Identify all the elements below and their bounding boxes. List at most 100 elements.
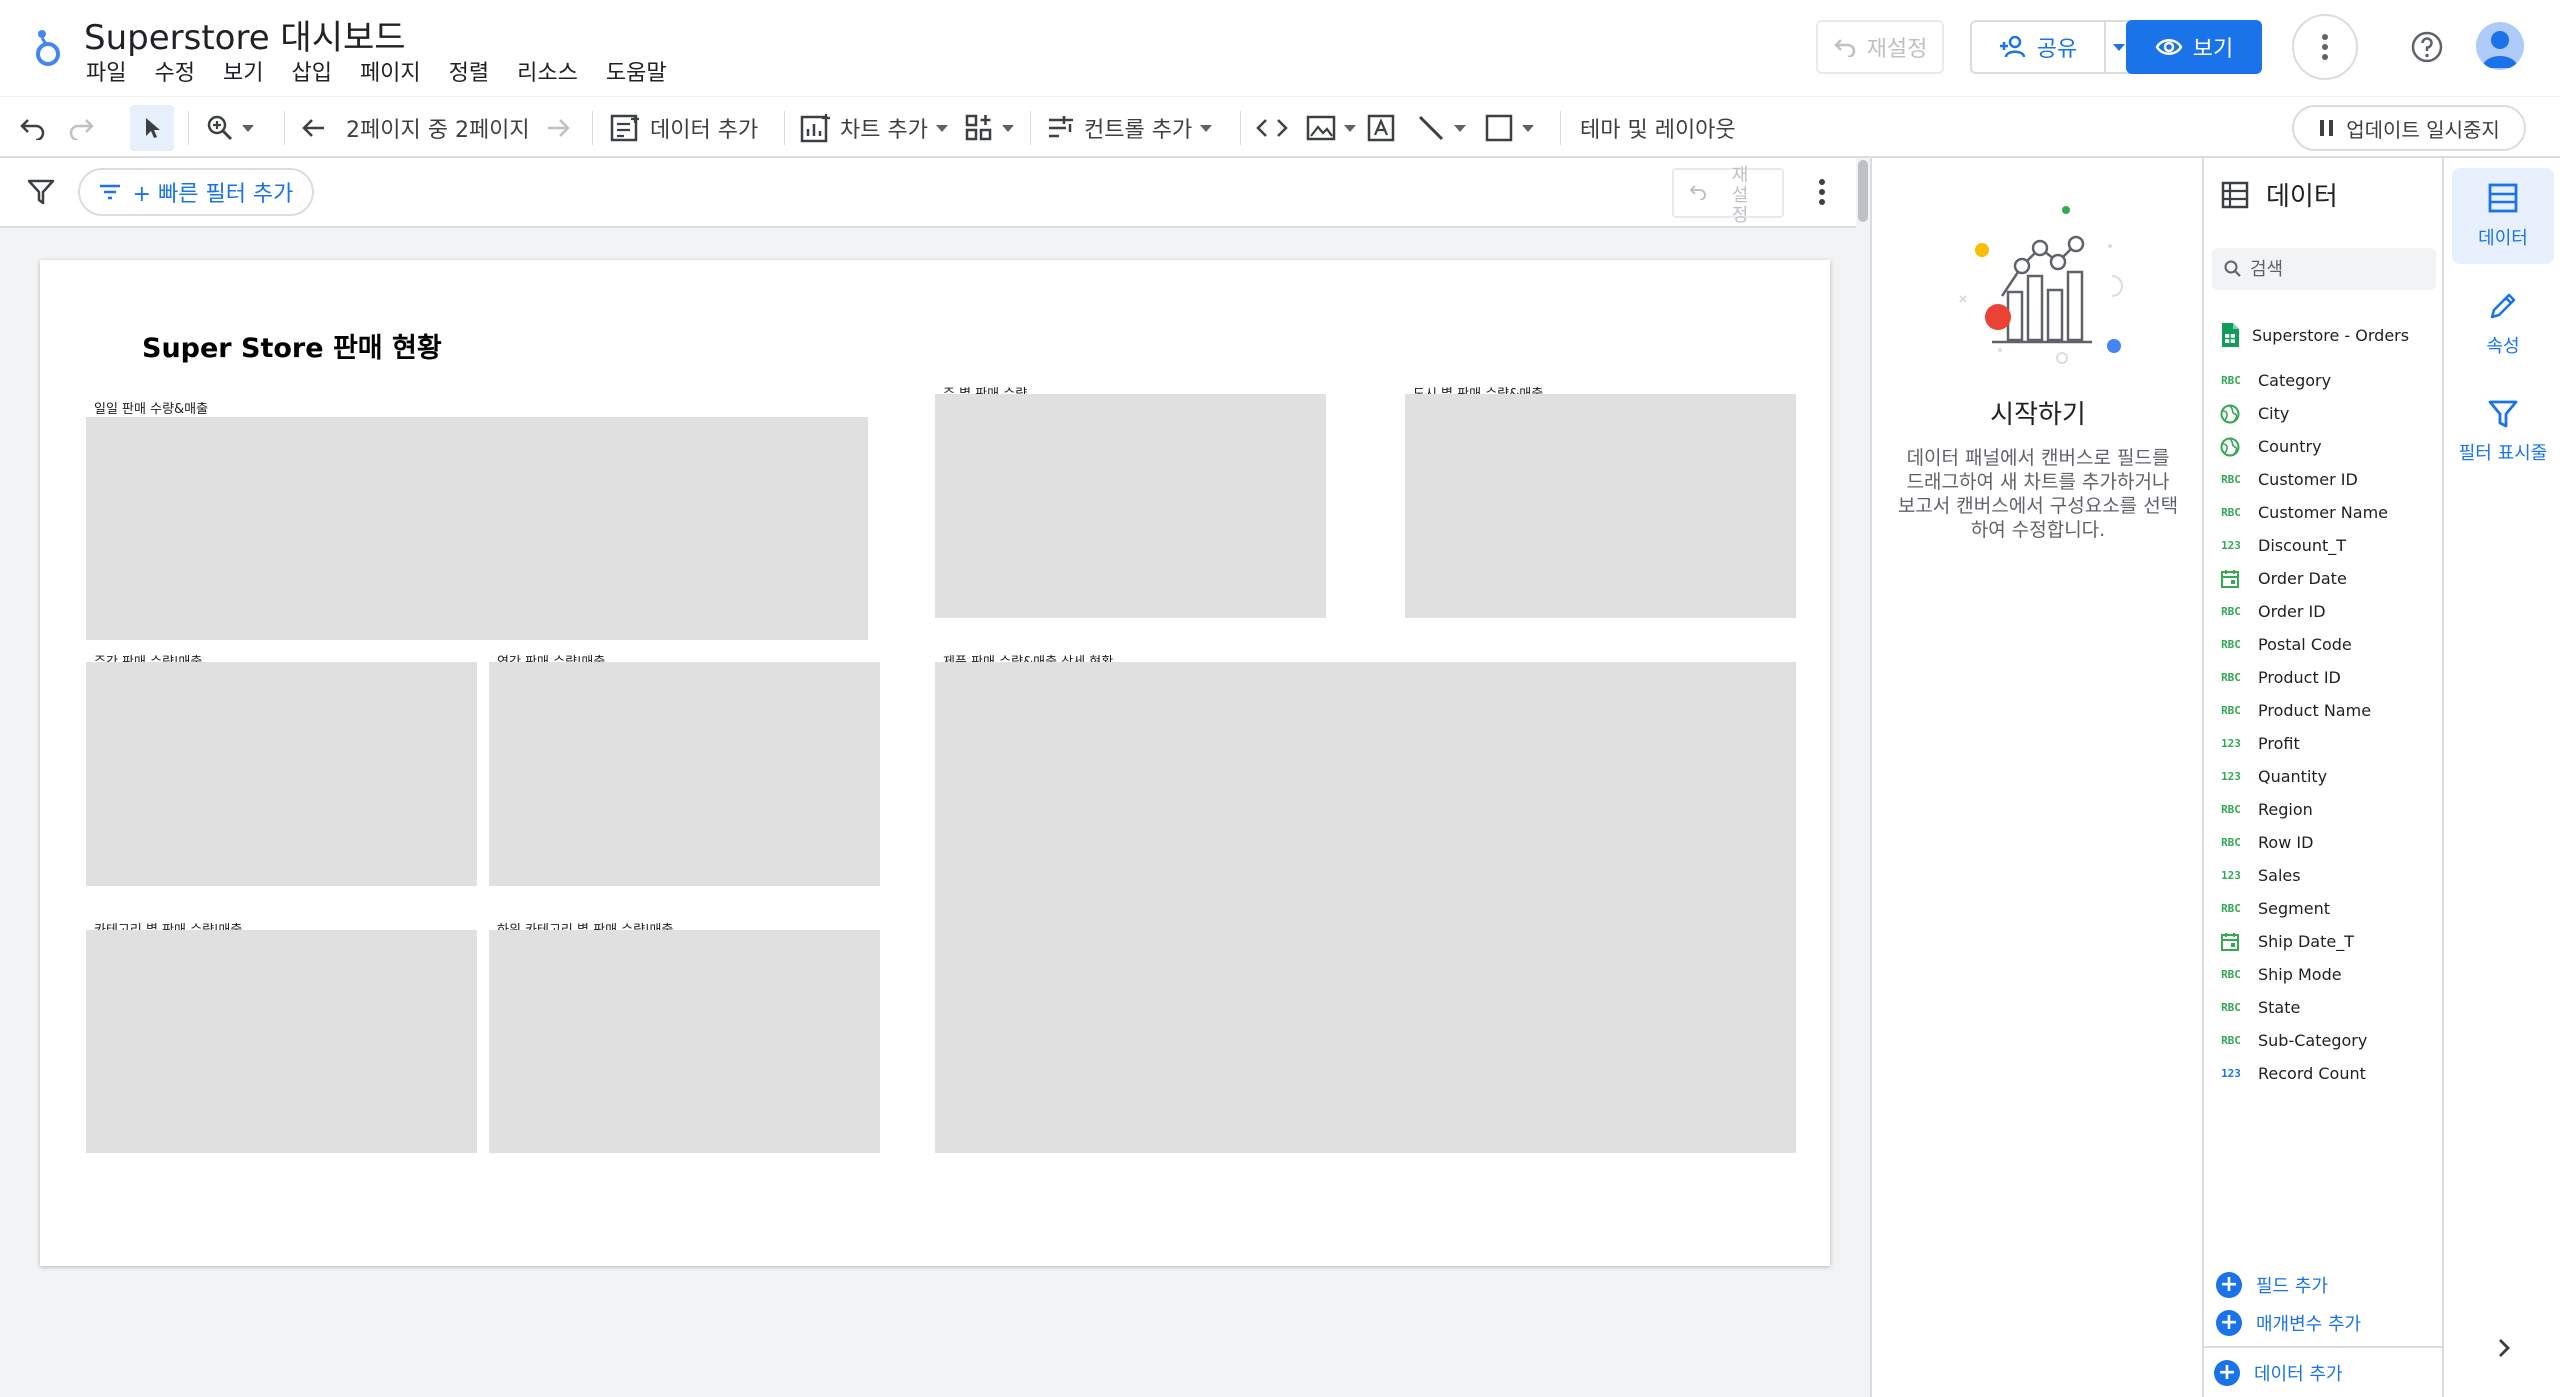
text-box-button[interactable] xyxy=(1366,105,1396,151)
field-profit[interactable]: 123 Profit xyxy=(2220,727,2440,760)
search-icon xyxy=(2224,260,2242,278)
chart-daily-sales[interactable] xyxy=(86,417,868,640)
filter-icon[interactable] xyxy=(26,178,56,206)
embed-code-button[interactable] xyxy=(1256,105,1288,151)
field-customer-name[interactable]: RBC Customer Name xyxy=(2220,496,2440,529)
add-chart-button[interactable]: 차트 추가 xyxy=(800,105,948,151)
field-category[interactable]: RBC Category xyxy=(2220,364,2440,397)
add-control-button[interactable]: 컨트롤 추가 xyxy=(1046,105,1213,151)
data-source-name: Superstore - Orders xyxy=(2252,325,2410,345)
zoom-button[interactable] xyxy=(206,105,254,151)
field-label: Product Name xyxy=(2258,701,2372,720)
chevron-down-icon xyxy=(1454,124,1466,132)
data-panel-divider xyxy=(2204,1346,2444,1348)
chart-product-detail[interactable] xyxy=(935,662,1796,1153)
field-label: Quantity xyxy=(2258,767,2328,786)
canvas-scrollbar[interactable] xyxy=(1856,158,1870,1397)
image-icon xyxy=(1306,114,1336,142)
select-tool-button[interactable] xyxy=(130,105,174,151)
pause-updates-button[interactable]: 업데이트 일시중지 xyxy=(2292,105,2526,151)
field-order-id[interactable]: RBC Order ID xyxy=(2220,595,2440,628)
menu-arrange[interactable]: 정렬 xyxy=(435,56,503,92)
field-ship-date[interactable]: Ship Date_T xyxy=(2220,925,2440,958)
filter-list-icon xyxy=(99,183,121,201)
scrollbar-thumb[interactable] xyxy=(1858,160,1868,222)
help-icon[interactable] xyxy=(2406,26,2448,68)
chart-category-sales[interactable] xyxy=(86,930,477,1153)
more-vert-icon xyxy=(2321,33,2329,61)
chevron-down-icon xyxy=(2113,43,2125,51)
menu-insert[interactable]: 삽입 xyxy=(277,56,345,92)
menu-view[interactable]: 보기 xyxy=(209,56,277,92)
more-vert-icon[interactable] xyxy=(1810,174,1834,214)
add-data-source-button[interactable]: + 데이터 추가 xyxy=(2214,1360,2343,1386)
field-city[interactable]: City xyxy=(2220,397,2440,430)
field-postal-code[interactable]: RBC Postal Code xyxy=(2220,628,2440,661)
report-title-text[interactable]: Superstore 대시보드 xyxy=(84,14,406,62)
undo-icon[interactable] xyxy=(18,105,48,151)
field-region[interactable]: RBC Region xyxy=(2220,793,2440,826)
add-field-button[interactable]: + 필드 추가 xyxy=(2216,1272,2328,1298)
add-parameter-button[interactable]: + 매개변수 추가 xyxy=(2216,1310,2361,1336)
chart-weekly-sales[interactable] xyxy=(86,662,477,886)
canvas-reset-button[interactable]: 재설정 xyxy=(1672,166,1784,226)
field-discount[interactable]: 123 Discount_T xyxy=(2220,529,2440,562)
tab-data[interactable]: 데이터 xyxy=(2452,168,2554,264)
chart-state-sales[interactable] xyxy=(935,394,1326,618)
field-segment[interactable]: RBC Segment xyxy=(2220,892,2440,925)
looker-studio-logo[interactable] xyxy=(28,24,68,72)
report-page[interactable]: Super Store 판매 현황 일일 판매 수량&매출 주 별 판매 수량 … xyxy=(40,260,1830,1266)
text-type-icon: RBC xyxy=(2221,704,2241,717)
avatar[interactable] xyxy=(2476,22,2524,70)
menu-edit[interactable]: 수정 xyxy=(140,56,208,92)
field-label: State xyxy=(2258,998,2301,1017)
field-product-id[interactable]: RBC Product ID xyxy=(2220,661,2440,694)
field-record-count[interactable]: 123 Record Count xyxy=(2220,1057,2440,1090)
insert-line-button[interactable] xyxy=(1416,105,1466,151)
field-product-name[interactable]: RBC Product Name xyxy=(2220,694,2440,727)
chevron-right-icon[interactable] xyxy=(2496,1336,2512,1360)
field-country[interactable]: Country xyxy=(2220,430,2440,463)
field-search[interactable] xyxy=(2212,248,2436,290)
field-row-id[interactable]: RBC Row ID xyxy=(2220,826,2440,859)
view-button[interactable]: 보기 xyxy=(2126,20,2262,74)
rectangle-icon xyxy=(1484,113,1514,143)
field-order-date[interactable]: Order Date xyxy=(2220,562,2440,595)
add-component-button[interactable] xyxy=(964,105,1014,151)
menu-resource[interactable]: 리소스 xyxy=(503,56,592,92)
page-indicator[interactable]: 2페이지 중 2페이지 xyxy=(346,105,530,151)
field-label: Sub-Category xyxy=(2258,1031,2368,1050)
field-label: Ship Mode xyxy=(2258,965,2342,984)
field-customer-id[interactable]: RBC Customer ID xyxy=(2220,463,2440,496)
menu-file[interactable]: 파일 xyxy=(72,56,140,92)
chart-title: 일일 판매 수량&매출 xyxy=(94,402,209,417)
tab-properties[interactable]: 속성 xyxy=(2452,276,2554,372)
insert-shape-button[interactable] xyxy=(1484,105,1534,151)
chart-yearly-sales[interactable] xyxy=(489,662,880,886)
chart-city-sales[interactable] xyxy=(1405,394,1796,618)
previous-page-button[interactable] xyxy=(300,105,328,151)
chart-subcategory-sales[interactable] xyxy=(489,930,880,1153)
menu-help[interactable]: 도움말 xyxy=(592,56,681,92)
search-input[interactable] xyxy=(2250,258,2420,280)
next-page-button[interactable] xyxy=(544,105,572,151)
report-heading[interactable]: Super Store 판매 현황 xyxy=(142,326,442,365)
field-sub-category[interactable]: RBC Sub-Category xyxy=(2220,1024,2440,1057)
share-button[interactable]: 공유 xyxy=(1970,20,2104,74)
reset-button[interactable]: 재설정 xyxy=(1816,20,1944,74)
field-state[interactable]: RBC State xyxy=(2220,991,2440,1024)
field-ship-mode[interactable]: RBC Ship Mode xyxy=(2220,958,2440,991)
redo-icon[interactable] xyxy=(66,105,96,151)
menu-page[interactable]: 페이지 xyxy=(346,56,435,92)
number-type-icon: 123 xyxy=(2221,539,2241,552)
tab-filter-bar[interactable]: 필터 표시줄 xyxy=(2452,384,2554,480)
insert-image-button[interactable] xyxy=(1306,105,1356,151)
theme-layout-button[interactable]: 테마 및 레이아웃 xyxy=(1580,105,1736,151)
text-type-icon: RBC xyxy=(2221,836,2241,849)
field-sales[interactable]: 123 Sales xyxy=(2220,859,2440,892)
add-data-button[interactable]: 데이터 추가 xyxy=(610,105,758,151)
add-quick-filter-button[interactable]: + 빠른 필터 추가 xyxy=(78,168,314,216)
more-options-button[interactable] xyxy=(2292,14,2358,80)
field-quantity[interactable]: 123 Quantity xyxy=(2220,760,2440,793)
data-source-item[interactable]: Superstore - Orders xyxy=(2220,322,2409,348)
